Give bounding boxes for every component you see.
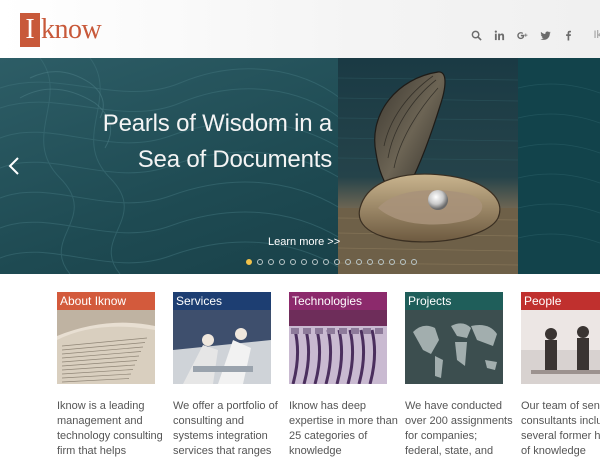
card-description-line: systems integration bbox=[173, 430, 268, 442]
card-description-line: We have conducted bbox=[405, 400, 503, 412]
learn-more-link[interactable]: Learn more >> bbox=[268, 236, 340, 248]
slider-dot[interactable] bbox=[268, 259, 274, 265]
search-icon[interactable] bbox=[470, 29, 482, 41]
card-title[interactable]: Technologies bbox=[289, 292, 387, 310]
slider-dot[interactable] bbox=[411, 259, 417, 265]
hero-slider: Pearls of Wisdom in a Sea of Documents L… bbox=[0, 58, 600, 274]
card-image[interactable] bbox=[405, 310, 503, 384]
slider-dot[interactable] bbox=[367, 259, 373, 265]
card-description-line: firm that helps bbox=[57, 445, 127, 457]
card-image[interactable] bbox=[57, 310, 155, 384]
about-card[interactable]: About Iknow Iknow is a leading management … bbox=[57, 292, 163, 458]
card-description-line: several former heads bbox=[521, 430, 600, 442]
hero-headline: Pearls of Wisdom in a Sea of Documents bbox=[103, 106, 332, 178]
slider-dot[interactable] bbox=[345, 259, 351, 265]
slider-dot[interactable] bbox=[323, 259, 329, 265]
card-description-line: over 200 assignments bbox=[405, 415, 513, 427]
card-description-line: consulting and bbox=[173, 415, 244, 427]
logo[interactable]: I know bbox=[20, 13, 102, 47]
card-title[interactable]: Services bbox=[173, 292, 271, 310]
card-description-line: We offer a portfolio of bbox=[173, 400, 278, 412]
technologies-card[interactable]: Technologies Iknow has deep expertise in m… bbox=[289, 292, 398, 458]
slider-dot[interactable] bbox=[301, 259, 307, 265]
oyster-image bbox=[338, 58, 518, 274]
card-description: We have conducted over 200 assignments for… bbox=[405, 399, 515, 458]
slider-dot[interactable] bbox=[389, 259, 395, 265]
card-description: We offer a portfolio of consulting and sys… bbox=[173, 399, 283, 458]
card-description-line: 25 categories of bbox=[289, 430, 368, 442]
card-description-line: management and bbox=[57, 415, 143, 427]
card-description-line: technology consulting bbox=[57, 430, 163, 442]
slider-dot[interactable] bbox=[312, 259, 318, 265]
twitter-icon[interactable] bbox=[539, 29, 551, 41]
card-description-line: for companies; bbox=[405, 430, 478, 442]
projects-card[interactable]: Projects We have conducted over 200 assign… bbox=[405, 292, 513, 458]
card-description-line: services that ranges bbox=[173, 445, 272, 457]
card-description-line: Iknow has deep bbox=[289, 400, 367, 412]
card-title[interactable]: People bbox=[521, 292, 600, 310]
card-description-line: knowledge bbox=[289, 445, 342, 457]
google-plus-icon[interactable] bbox=[516, 29, 528, 41]
card-description-line: of knowledge bbox=[521, 445, 586, 457]
slider-pagination bbox=[246, 259, 417, 265]
card-title[interactable]: About Iknow bbox=[57, 292, 155, 310]
hero-headline-line2: Sea of Documents bbox=[137, 146, 332, 173]
card-image[interactable] bbox=[173, 310, 271, 384]
slider-dot[interactable] bbox=[257, 259, 263, 265]
people-card[interactable]: People Our team of senior consultants incl… bbox=[521, 292, 600, 458]
slider-dot[interactable] bbox=[378, 259, 384, 265]
card-description: Our team of senior consultants include sev… bbox=[521, 399, 600, 458]
slider-dot[interactable] bbox=[400, 259, 406, 265]
card-title[interactable]: Projects bbox=[405, 292, 503, 310]
site-header: I know Ik bbox=[0, 0, 600, 58]
chevron-left-icon[interactable] bbox=[8, 156, 20, 176]
services-card[interactable]: Services We offer a portfolio of consultin… bbox=[173, 292, 278, 458]
language-selector[interactable]: Ik bbox=[593, 29, 600, 41]
header-icon-bar: Ik bbox=[470, 29, 600, 41]
card-description-line: consultants include bbox=[521, 415, 600, 427]
slider-dot[interactable] bbox=[290, 259, 296, 265]
logo-mark: I bbox=[20, 13, 40, 47]
slider-dot[interactable] bbox=[246, 259, 252, 265]
hero-headline-line1: Pearls of Wisdom in a bbox=[102, 110, 332, 137]
card-description: Iknow is a leading management and technolo… bbox=[57, 399, 167, 458]
linkedin-icon[interactable] bbox=[493, 29, 505, 41]
slider-dot[interactable] bbox=[356, 259, 362, 265]
card-description-line: Our team of senior bbox=[521, 400, 600, 412]
card-description-line: expertise in more than bbox=[289, 415, 398, 427]
card-image[interactable] bbox=[521, 310, 600, 384]
card-image[interactable] bbox=[289, 310, 387, 384]
slider-dot[interactable] bbox=[279, 259, 285, 265]
hero-side-panel bbox=[517, 58, 600, 274]
logo-text: know bbox=[41, 14, 102, 45]
slider-dot[interactable] bbox=[334, 259, 340, 265]
facebook-icon[interactable] bbox=[562, 29, 574, 41]
card-description-line: federal, state, and bbox=[405, 445, 494, 457]
card-description: Iknow has deep expertise in more than 25 c… bbox=[289, 399, 399, 458]
card-description-line: Iknow is a leading bbox=[57, 400, 145, 412]
